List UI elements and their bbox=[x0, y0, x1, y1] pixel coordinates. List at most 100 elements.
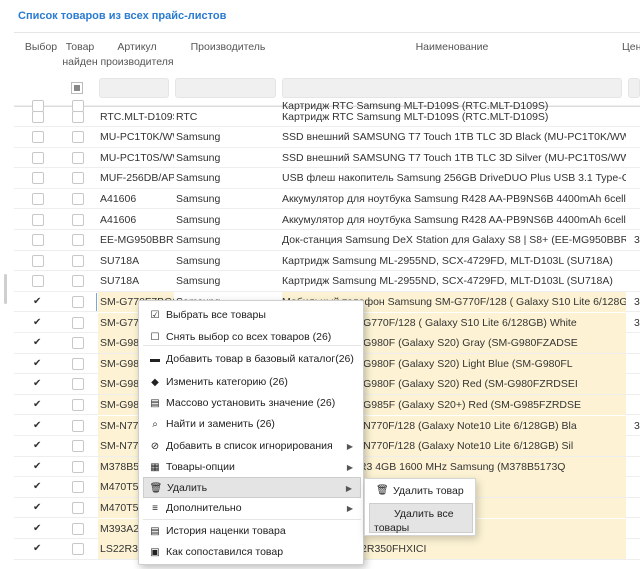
found-checkbox[interactable] bbox=[72, 316, 84, 329]
article-cell[interactable]: MU-PC1T0K/WW bbox=[98, 127, 174, 147]
name-cell[interactable]: Аккумулятор для ноутбука Samsung R428 AA… bbox=[282, 210, 626, 230]
maker-cell[interactable]: Samsung bbox=[176, 271, 284, 291]
found-checkbox[interactable] bbox=[72, 295, 84, 308]
name-cell[interactable]: Картридж Samsung ML-2955ND, SCX-4729FD, … bbox=[282, 251, 626, 271]
col-header-name[interactable]: Наименование bbox=[282, 40, 622, 55]
found-checkbox[interactable] bbox=[72, 481, 84, 494]
found-checkbox[interactable] bbox=[72, 419, 84, 432]
select-checkbox[interactable] bbox=[32, 539, 44, 559]
context-menu-item[interactable]: ☑ Выбрать все товары bbox=[143, 305, 361, 326]
select-checkbox[interactable] bbox=[32, 172, 44, 185]
col-header-maker[interactable]: Производитель bbox=[176, 40, 280, 55]
context-menu-item[interactable]: ◆ Изменить категорию (26) bbox=[143, 372, 361, 393]
name-cell[interactable]: USB флеш накопитель Samsung 256GB DriveD… bbox=[282, 168, 626, 188]
select-checkbox[interactable] bbox=[32, 436, 44, 456]
article-cell[interactable]: SU718A bbox=[98, 271, 174, 291]
found-checkbox[interactable] bbox=[72, 192, 84, 205]
found-checkbox[interactable] bbox=[72, 172, 84, 185]
found-checkbox[interactable] bbox=[72, 398, 84, 411]
table-row[interactable]: MUF-256DB/APCSamsungUSB флеш накопитель … bbox=[14, 168, 640, 189]
article-cell[interactable]: A41606 bbox=[98, 189, 174, 209]
maker-cell[interactable]: RTC bbox=[176, 107, 284, 127]
select-checkbox[interactable] bbox=[32, 292, 44, 312]
select-checkbox[interactable] bbox=[32, 254, 44, 267]
table-row[interactable]: A41606 Samsung Аккумулятор для ноутбука Sa… bbox=[14, 189, 640, 210]
table-row[interactable]: RTC.MLT-D109S RTC Картридж RTC Samsung MLT… bbox=[14, 107, 640, 127]
col-header-select[interactable]: Выбор bbox=[24, 40, 58, 55]
select-checkbox[interactable] bbox=[32, 498, 44, 518]
select-checkbox[interactable] bbox=[32, 131, 44, 144]
found-checkbox[interactable] bbox=[72, 460, 84, 473]
select-checkbox[interactable] bbox=[32, 110, 44, 123]
context-menu-item[interactable]: ⊘ Добавить в список игнорирования ▶ bbox=[143, 436, 361, 457]
found-checkbox[interactable] bbox=[72, 275, 84, 288]
name-cell[interactable]: SSD внешний SAMSUNG T7 Touch 1TB TLC 3D … bbox=[282, 127, 626, 147]
found-checkbox[interactable] bbox=[72, 501, 84, 514]
context-menu-item[interactable]: ≡ Дополнительно ▶ bbox=[143, 498, 361, 519]
found-checkbox[interactable] bbox=[72, 131, 84, 144]
scroll-handle[interactable] bbox=[4, 274, 7, 304]
select-checkbox[interactable] bbox=[32, 234, 44, 247]
select-checkbox[interactable] bbox=[32, 333, 44, 353]
filter-maker-input[interactable] bbox=[175, 78, 276, 98]
table-row[interactable]: EE-MG950BBRGFSamsungДок-станция Samsung … bbox=[14, 230, 640, 251]
select-checkbox[interactable] bbox=[32, 477, 44, 497]
found-checkbox[interactable] bbox=[72, 151, 84, 164]
table-row[interactable]: MU-PC1T0S/WWSamsungSSD внешний SAMSUNG T… bbox=[14, 148, 640, 169]
found-checkbox[interactable] bbox=[72, 440, 84, 453]
article-cell[interactable]: MU-PC1T0S/WW bbox=[98, 148, 174, 168]
name-cell[interactable]: Картридж RTC Samsung MLT-D109S (RTC.MLT-… bbox=[282, 107, 626, 127]
select-checkbox[interactable] bbox=[32, 192, 44, 205]
article-cell[interactable]: SU718A bbox=[98, 251, 174, 271]
found-checkbox[interactable] bbox=[72, 357, 84, 370]
select-checkbox[interactable] bbox=[32, 457, 44, 477]
context-menu-item[interactable]: ▣ Как сопоставился товар bbox=[143, 542, 361, 563]
article-cell[interactable]: A41606 bbox=[98, 210, 174, 230]
maker-cell[interactable]: Samsung bbox=[176, 251, 284, 271]
table-row[interactable]: A41606 Samsung Аккумулятор для ноутбука Sa… bbox=[14, 210, 640, 230]
table-row[interactable]: SU718A Samsung Картридж Samsung ML-2955ND,… bbox=[14, 271, 640, 292]
maker-cell[interactable]: Samsung bbox=[176, 127, 284, 147]
found-checkbox[interactable] bbox=[72, 213, 84, 226]
select-checkbox[interactable] bbox=[32, 354, 44, 374]
filter-found-checkbox[interactable] bbox=[71, 82, 83, 94]
name-cell[interactable]: Аккумулятор для ноутбука Samsung R428 AA… bbox=[282, 189, 626, 209]
name-cell[interactable]: SSD внешний SAMSUNG T7 Touch 1TB TLC 3D … bbox=[282, 148, 626, 168]
article-cell[interactable]: EE-MG950BBRGF bbox=[98, 230, 174, 250]
filter-article-input[interactable] bbox=[99, 78, 169, 98]
maker-cell[interactable]: Samsung bbox=[176, 230, 284, 250]
name-cell[interactable]: Док-станция Samsung DeX Station для Gala… bbox=[282, 230, 626, 250]
context-menu-item[interactable]: ▬ Добавить товар в базовый каталог(26) bbox=[143, 349, 361, 370]
maker-cell[interactable]: Samsung bbox=[176, 148, 284, 168]
found-checkbox[interactable] bbox=[72, 522, 84, 535]
select-checkbox[interactable] bbox=[32, 395, 44, 415]
context-menu-item[interactable]: ▤ Массово установить значение (26) bbox=[143, 393, 361, 414]
table-row[interactable]: MU-PC1T0K/WWSamsungSSD внешний SAMSUNG T… bbox=[14, 127, 640, 148]
filter-price-input[interactable] bbox=[628, 78, 640, 98]
col-header-found[interactable]: Товар найден bbox=[62, 40, 98, 70]
article-cell[interactable]: MUF-256DB/APC bbox=[98, 168, 174, 188]
context-menu-item[interactable]: ▤ История наценки товара bbox=[143, 521, 361, 542]
select-checkbox[interactable] bbox=[32, 519, 44, 539]
select-checkbox[interactable] bbox=[32, 313, 44, 333]
context-menu-item[interactable]: 🗑 Удалить ▶ bbox=[143, 477, 361, 498]
filter-name-input[interactable] bbox=[282, 78, 622, 98]
maker-cell[interactable]: Samsung bbox=[176, 189, 284, 209]
col-header-article[interactable]: Артикул производителя bbox=[100, 40, 174, 70]
article-cell[interactable]: RTC.MLT-D109S bbox=[98, 107, 174, 127]
table-row[interactable]: SU718A Samsung Картридж Samsung ML-2955ND,… bbox=[14, 251, 640, 272]
found-checkbox[interactable] bbox=[72, 337, 84, 350]
found-checkbox[interactable] bbox=[72, 110, 84, 123]
found-checkbox[interactable] bbox=[72, 234, 84, 247]
maker-cell[interactable]: Samsung bbox=[176, 210, 284, 230]
context-menu-item[interactable]: ⌕ Найти и заменить (26) bbox=[143, 414, 361, 435]
col-header-price[interactable]: Цен bbox=[622, 40, 640, 55]
table-row[interactable]: Картридж RTC Samsung MLT-D109S (RTC.MLT-… bbox=[14, 96, 640, 112]
name-cell[interactable]: Картридж Samsung ML-2955ND, SCX-4729FD, … bbox=[282, 271, 626, 291]
delete-product-item[interactable]: 🗑 Удалить товар bbox=[369, 484, 473, 498]
context-menu-item[interactable]: ▦ Товары-опции ▶ bbox=[143, 457, 361, 478]
select-checkbox[interactable] bbox=[32, 416, 44, 436]
found-checkbox[interactable] bbox=[72, 254, 84, 267]
found-checkbox[interactable] bbox=[72, 378, 84, 391]
found-checkbox[interactable] bbox=[72, 543, 84, 556]
